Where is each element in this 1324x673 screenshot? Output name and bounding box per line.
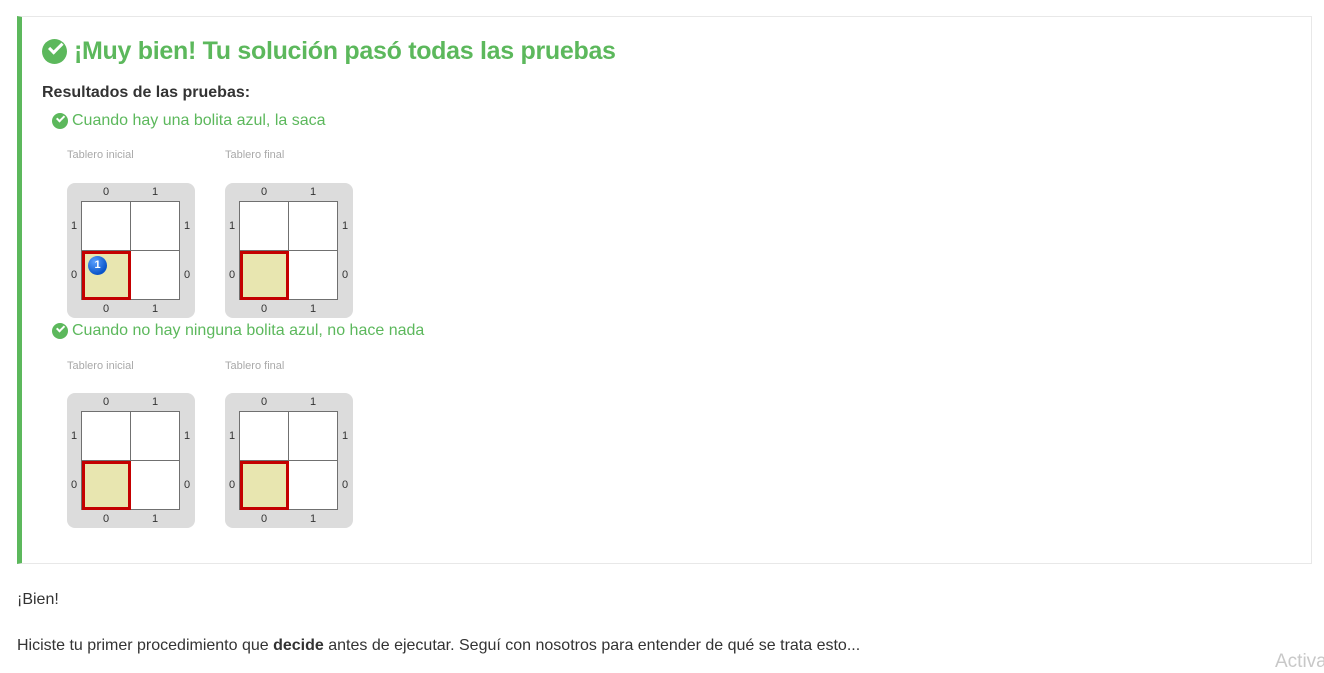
test-case-title-text: Cuando no hay ninguna bolita azul, no ha…: [72, 322, 425, 339]
col-label: 1: [310, 396, 317, 408]
row-label: 1: [342, 430, 349, 442]
row-label: 0: [229, 479, 236, 491]
check-circle-icon: [52, 113, 68, 129]
initial-board: 0 1 1 0 1 0 0 1: [67, 393, 195, 528]
row-label: 1: [229, 430, 236, 442]
row-label: 0: [342, 269, 349, 281]
check-circle-icon: [52, 323, 68, 339]
board-grid: [81, 411, 180, 510]
final-board-label: Tablero final: [225, 360, 285, 372]
board-grid: 1: [81, 201, 180, 300]
row-label: 1: [229, 220, 236, 232]
success-headline-text: ¡Muy bien! Tu solución pasó todas las pr…: [74, 37, 616, 65]
test-results-panel: ¡Muy bien! Tu solución pasó todas las pr…: [17, 16, 1312, 564]
row-label: 0: [184, 479, 191, 491]
message-text: antes de ejecutar. Seguí con nosotros pa…: [323, 637, 861, 654]
col-label: 1: [310, 303, 317, 315]
test-case-title: Cuando no hay ninguna bolita azul, no ha…: [52, 322, 424, 340]
final-board: 0 1 1 0 1 0 0 1: [225, 183, 353, 318]
activation-watermark: Activa: [1275, 651, 1324, 672]
final-board-label: Tablero final: [225, 149, 285, 161]
head-cell: [82, 461, 131, 510]
success-headline: ¡Muy bien! Tu solución pasó todas las pr…: [42, 37, 616, 66]
col-label: 1: [152, 303, 159, 315]
col-label: 0: [261, 303, 268, 315]
message-text: Hiciste tu primer procedimiento que: [17, 637, 274, 654]
initial-board-label: Tablero inicial: [67, 360, 134, 372]
blue-ball-icon: 1: [88, 256, 107, 275]
col-label: 0: [261, 396, 268, 408]
check-circle-icon: [42, 39, 67, 64]
col-label: 1: [152, 396, 159, 408]
col-label: 1: [310, 186, 317, 198]
final-board: 0 1 1 0 1 0 0 1: [225, 393, 353, 528]
head-cell: [240, 461, 289, 510]
col-label: 1: [152, 186, 159, 198]
head-cell: [240, 251, 289, 300]
message-emphasis: decide: [273, 637, 324, 654]
initial-board: 0 1 1 0 1 0 0 1 1: [67, 183, 195, 318]
board-grid: [239, 201, 338, 300]
message-line-1: ¡Bien!: [17, 591, 59, 608]
col-label: 1: [152, 513, 159, 525]
col-label: 0: [103, 303, 110, 315]
row-label: 0: [342, 479, 349, 491]
row-label: 1: [71, 430, 78, 442]
test-case-title: Cuando hay una bolita azul, la saca: [52, 112, 326, 130]
row-label: 1: [71, 220, 78, 232]
row-label: 1: [342, 220, 349, 232]
message-line-2: Hiciste tu primer procedimiento que deci…: [17, 637, 860, 655]
col-label: 0: [261, 186, 268, 198]
row-label: 1: [184, 430, 191, 442]
row-label: 0: [71, 479, 78, 491]
row-label: 0: [71, 269, 78, 281]
col-label: 0: [103, 186, 110, 198]
test-case-title-text: Cuando hay una bolita azul, la saca: [72, 112, 326, 129]
row-label: 1: [184, 220, 191, 232]
board-grid: [239, 411, 338, 510]
test-case-2: Cuando no hay ninguna bolita azul, no ha…: [52, 322, 424, 340]
initial-board-label: Tablero inicial: [67, 149, 134, 161]
head-cell: 1: [82, 251, 131, 300]
row-label: 0: [184, 269, 191, 281]
test-case-1: Cuando hay una bolita azul, la saca: [52, 112, 326, 130]
col-label: 1: [310, 513, 317, 525]
col-label: 0: [103, 513, 110, 525]
row-label: 0: [229, 269, 236, 281]
col-label: 0: [103, 396, 110, 408]
results-label: Resultados de las pruebas:: [42, 84, 251, 101]
col-label: 0: [261, 513, 268, 525]
